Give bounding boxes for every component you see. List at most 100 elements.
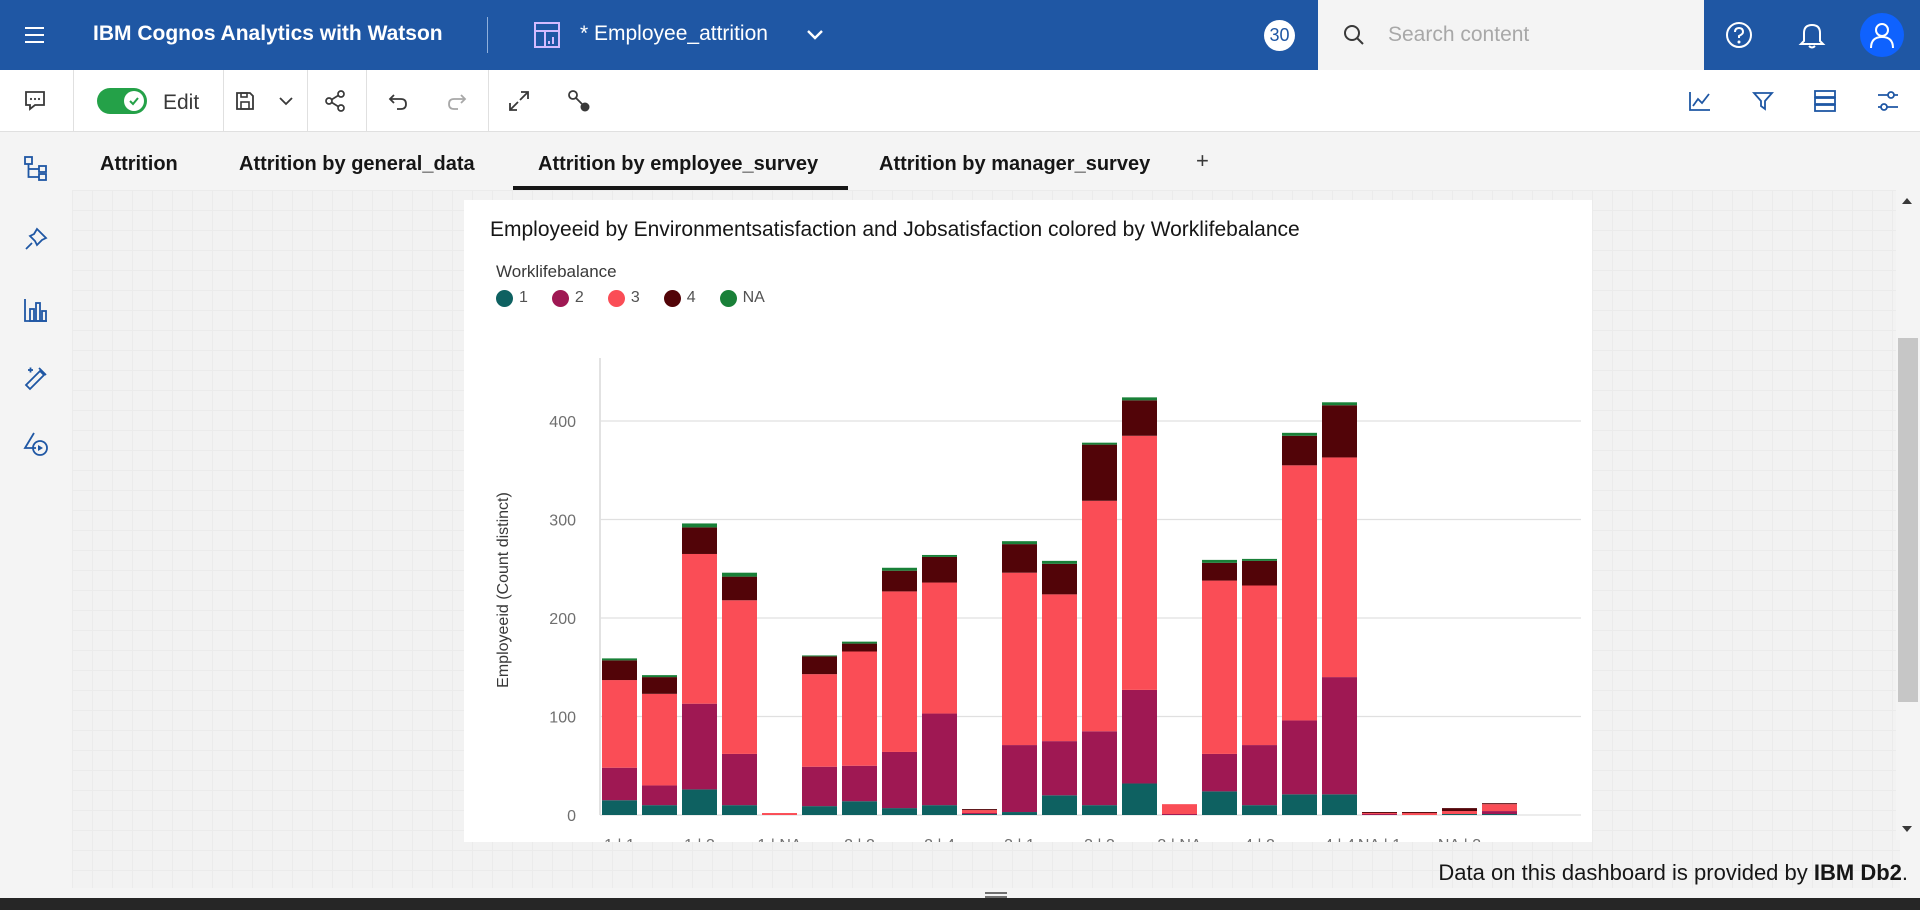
bar-segment <box>682 789 717 815</box>
bar-segment <box>962 813 997 815</box>
insights-icon[interactable] <box>1683 84 1717 118</box>
y-axis-title: Employeeid (Count distinct) <box>495 492 512 688</box>
edit-mode-toggle[interactable] <box>97 88 147 114</box>
left-rail <box>0 132 72 910</box>
y-tick-label: 300 <box>549 513 576 530</box>
chevron-down-icon[interactable] <box>804 24 826 51</box>
comment-icon[interactable] <box>18 84 52 118</box>
save-icon[interactable] <box>228 84 262 118</box>
bar-segment <box>1322 794 1357 815</box>
toolbar-separator <box>488 70 489 132</box>
bar-segment <box>642 693 677 786</box>
bar-segment <box>1082 442 1117 445</box>
bar-segment <box>962 814 997 815</box>
product-title: IBM Cognos Analytics with Watson <box>93 22 443 46</box>
scrollbar-thumb[interactable] <box>1898 338 1918 702</box>
help-icon[interactable] <box>1721 17 1757 53</box>
save-options-chevron-icon[interactable] <box>269 84 303 118</box>
bar-segment <box>1282 465 1317 721</box>
notification-count-badge[interactable]: 30 <box>1264 20 1295 51</box>
data-icon[interactable] <box>1808 84 1842 118</box>
expand-icon[interactable] <box>502 84 536 118</box>
vertical-scrollbar[interactable] <box>1896 190 1920 840</box>
tab-attrition[interactable]: Attrition <box>100 153 178 176</box>
bar-segment <box>1482 814 1517 815</box>
bar-segment <box>722 572 757 577</box>
bar-segment <box>922 713 957 806</box>
bar-segment <box>1202 791 1237 815</box>
dashboard-name[interactable]: * Employee_attrition <box>580 22 768 46</box>
bar-segment <box>1362 812 1397 814</box>
bar-segment <box>1482 803 1517 805</box>
bar-segment <box>1202 562 1237 581</box>
bar-segment <box>882 591 917 752</box>
bar-segment <box>682 553 717 704</box>
visualizations-icon[interactable] <box>18 292 54 328</box>
user-avatar[interactable] <box>1860 13 1904 57</box>
toggle-knob <box>124 91 144 111</box>
app-header: IBM Cognos Analytics with Watson * Emplo… <box>0 0 1920 70</box>
scroll-up-arrow-icon[interactable] <box>1902 198 1912 204</box>
pin-icon[interactable] <box>18 221 54 257</box>
legend-label: NA <box>742 289 765 306</box>
legend-title: Worklifebalance <box>496 262 617 281</box>
bottom-bar <box>0 898 1920 910</box>
legend-item[interactable]: 3 <box>607 289 640 307</box>
tab-attrition-by-manager-survey[interactable]: Attrition by manager_survey <box>879 153 1150 176</box>
legend-label: 1 <box>519 289 528 306</box>
legend-item[interactable]: 2 <box>551 289 584 307</box>
bar-segment <box>642 805 677 815</box>
bar-segment <box>722 600 757 754</box>
connect-icon[interactable] <box>562 84 596 118</box>
x-tick-label: 1 | 1 <box>604 837 635 842</box>
bar-segment <box>962 809 997 811</box>
add-tab-button[interactable]: + <box>1196 148 1209 174</box>
x-tick-label: 3 | 1 <box>1004 837 1035 842</box>
hamburger-menu-icon[interactable] <box>14 15 54 55</box>
bar-segment <box>1282 720 1317 795</box>
bar-segment <box>842 765 877 802</box>
chart-legend: 1 2 3 4 NA <box>496 289 789 307</box>
bar-segment <box>1242 585 1277 746</box>
bar-segment <box>842 641 877 644</box>
bar-segment <box>962 810 997 814</box>
undo-icon[interactable] <box>381 84 415 118</box>
shapes-media-icon[interactable] <box>18 426 54 462</box>
bar-segment <box>1002 541 1037 545</box>
legend-swatch <box>607 289 625 307</box>
redo-icon[interactable] <box>440 84 474 118</box>
legend-swatch <box>719 289 737 307</box>
dashboard-icon <box>533 21 561 54</box>
assistant-icon[interactable] <box>18 360 54 396</box>
bar-segment <box>802 806 837 815</box>
chart-title: Employeeid by Environmentsatisfaction an… <box>490 218 1300 241</box>
footer-text: Data on this dashboard is provided by <box>1438 860 1814 885</box>
legend-item[interactable]: 1 <box>496 289 528 307</box>
bar-segment <box>1082 444 1117 501</box>
bar-segment <box>922 805 957 815</box>
footer-provider: IBM Db2 <box>1813 860 1902 885</box>
legend-item[interactable]: 4 <box>663 289 696 307</box>
data-tree-icon[interactable] <box>18 150 54 186</box>
chart-widget[interactable]: Employeeid by Environmentsatisfaction an… <box>464 200 1592 842</box>
bar-segment <box>1242 745 1277 806</box>
tab-attrition-by-employee-survey[interactable]: Attrition by employee_survey <box>538 153 818 176</box>
filter-icon[interactable] <box>1746 84 1780 118</box>
tab-attrition-by-general-data[interactable]: Attrition by general_data <box>239 153 475 176</box>
search-input[interactable] <box>1388 17 1688 53</box>
x-tick-label: 3 | 3 <box>1084 837 1115 842</box>
bar-segment <box>842 643 877 652</box>
dashboard-tabs: Attrition Attrition by general_data Attr… <box>72 132 1920 190</box>
bar-segment <box>1322 677 1357 795</box>
bar-segment <box>1242 805 1277 815</box>
share-icon[interactable] <box>318 84 352 118</box>
bar-segment <box>1002 812 1037 815</box>
legend-item[interactable]: NA <box>719 289 765 307</box>
notifications-bell-icon[interactable] <box>1794 17 1830 53</box>
properties-icon[interactable] <box>1871 84 1905 118</box>
bar-segment <box>1482 804 1517 812</box>
bar-segment <box>722 805 757 815</box>
bar-segment <box>1082 500 1117 732</box>
scroll-down-arrow-icon[interactable] <box>1902 826 1912 832</box>
bar-segment <box>1002 544 1037 573</box>
